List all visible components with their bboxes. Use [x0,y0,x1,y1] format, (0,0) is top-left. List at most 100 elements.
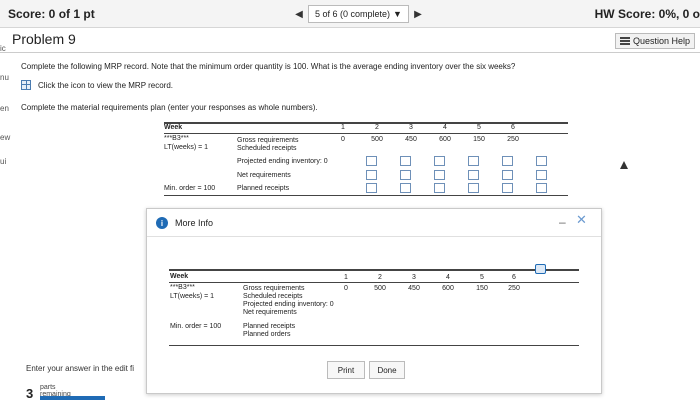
parts-count: 3 [26,386,34,400]
planned-receipt-input[interactable] [366,183,377,193]
left-edge-text: en [0,104,9,113]
close-icon[interactable]: ✕ [576,212,587,228]
more-info-dialog: i More Info – ✕ Week ***B3*** LT(weeks) … [146,208,602,394]
row-label: Gross requirements [243,285,305,292]
row-label: Net requirements [243,309,297,316]
week-number: 3 [409,124,413,131]
hw-score-text: HW Score: 0%, 0 o [594,7,700,21]
score-text: Score: 0 of 1 pt [8,7,95,21]
gross-requirement-value: 500 [374,285,386,292]
mouse-cursor-icon [620,161,628,169]
week-number: 5 [480,274,484,281]
parts-progress-bar [40,396,105,400]
question-help-button[interactable]: Question Help [615,33,695,49]
left-edge-text: nu [0,73,9,82]
week-number: 3 [412,274,416,281]
planned-receipt-input[interactable] [400,183,411,193]
table-rule [169,269,579,271]
net-requirement-input[interactable] [502,170,513,180]
gross-requirement-value: 150 [476,285,488,292]
info-icon: i [156,217,168,229]
next-question-button[interactable]: ▶ [409,5,427,23]
net-requirement-input[interactable] [468,170,479,180]
projected-inventory-input[interactable] [400,156,411,166]
min-order: Min. order = 100 [170,323,222,330]
projected-inventory-input[interactable] [536,156,547,166]
table-rule [169,345,579,346]
complete-prompt-text: Complete the material requirements plan … [21,103,318,112]
question-nav: ◀ 5 of 6 (0 complete) ▼ ▶ [290,5,427,23]
planned-receipt-input[interactable] [468,183,479,193]
row-label: Gross requirements [237,137,299,144]
projected-inventory-input[interactable] [366,156,377,166]
lead-time: LT(weeks) = 1 [170,293,215,300]
net-requirement-input[interactable] [366,170,377,180]
gross-requirement-value: 250 [507,136,519,143]
gross-requirement-value: 250 [508,285,520,292]
chevron-down-icon: ▼ [393,9,402,19]
left-edge-text: ew [0,133,11,142]
gross-requirement-value: 450 [408,285,420,292]
row-label: Net requirements [237,172,291,179]
gross-requirement-value: 600 [442,285,454,292]
icon-hint-text: Click the icon to view the MRP record. [38,81,174,90]
print-button[interactable]: Print [327,361,365,379]
net-requirement-input[interactable] [434,170,445,180]
instruction-text: Complete the following MRP record. Note … [21,62,516,71]
row-label: Projected ending inventory: 0 [237,158,328,165]
min-order: Min. order = 100 [164,185,216,192]
top-bar: Score: 0 of 1 pt ◀ 5 of 6 (0 complete) ▼… [0,0,700,28]
week-number: 2 [378,274,382,281]
dialog-header: i More Info – ✕ [147,209,601,237]
week-number: 6 [511,124,515,131]
row-label: Planned orders [243,331,291,338]
table-rule [169,282,579,283]
net-requirement-input[interactable] [536,170,547,180]
table-icon[interactable] [21,80,31,90]
projected-inventory-input[interactable] [502,156,513,166]
question-help-label: Question Help [633,36,691,46]
minimize-button[interactable]: – [559,215,566,229]
gross-requirement-value: 150 [473,136,485,143]
planned-receipt-input[interactable] [502,183,513,193]
row-label: Scheduled receipts [237,145,297,152]
done-button[interactable]: Done [369,361,405,379]
week-number: 5 [477,124,481,131]
projected-inventory-input[interactable] [434,156,445,166]
projected-inventory-input[interactable] [468,156,479,166]
divider [0,52,700,53]
week-label: Week [170,273,189,280]
gross-requirement-value: 0 [341,136,345,143]
row-label: Projected ending inventory: 0 [243,301,334,308]
planned-receipt-input[interactable] [536,183,547,193]
week-number: 2 [375,124,379,131]
week-number: 4 [446,274,450,281]
week-number: 1 [344,274,348,281]
item-code: ***B3*** [164,135,189,142]
previous-question-button[interactable]: ◀ [290,5,308,23]
lead-time: LT(weeks) = 1 [164,144,209,151]
item-code: ***B3*** [170,284,195,291]
net-requirement-input[interactable] [400,170,411,180]
planned-receipt-input[interactable] [434,183,445,193]
week-number: 4 [443,124,447,131]
left-edge-text: ui [0,157,7,166]
question-position-text: 5 of 6 (0 complete) [315,9,391,19]
copy-table-icon[interactable] [535,264,546,274]
parts-label-text: parts [40,384,56,391]
row-label: Planned receipts [237,185,290,192]
row-label: Planned receipts [243,323,296,330]
week-number: 1 [341,124,345,131]
gross-requirement-value: 500 [371,136,383,143]
answer-hint-text: Enter your answer in the edit fi [26,364,135,373]
gross-requirement-value: 450 [405,136,417,143]
row-label: Scheduled receipts [243,293,303,300]
gross-requirement-value: 0 [344,285,348,292]
table-rule [164,195,568,196]
question-position-dropdown[interactable]: 5 of 6 (0 complete) ▼ [308,5,409,23]
problem-title: Problem 9 [12,31,76,47]
table-rule [164,133,568,134]
list-icon [620,37,630,45]
dialog-title: More Info [175,218,214,228]
gross-requirement-value: 600 [439,136,451,143]
